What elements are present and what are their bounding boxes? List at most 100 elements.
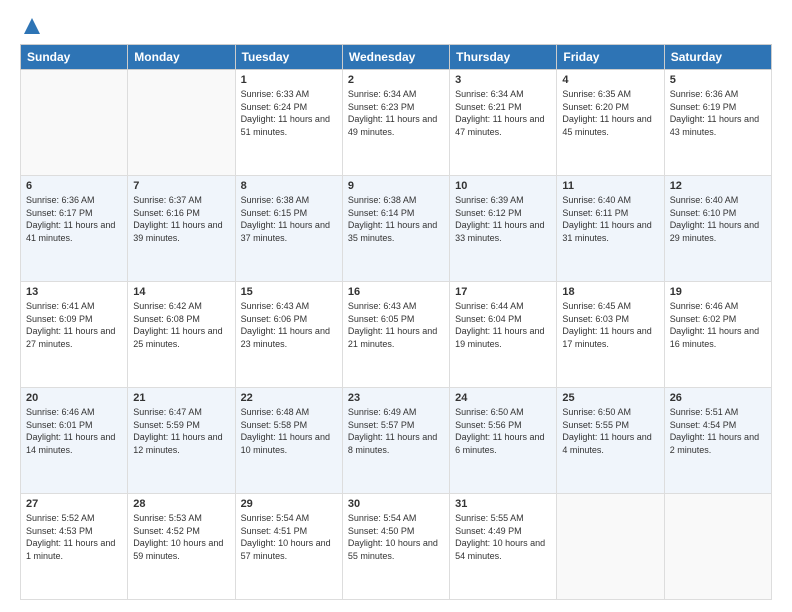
day-number: 20 [26,392,122,404]
table-row: 27 Sunrise: 5:52 AMSunset: 4:53 PMDayligh… [21,494,128,600]
day-number: 14 [133,286,229,298]
day-number: 15 [241,286,337,298]
day-info: Sunrise: 6:46 AMSunset: 6:02 PMDaylight:… [670,301,759,349]
table-row: 23 Sunrise: 6:49 AMSunset: 5:57 PMDayligh… [342,388,449,494]
day-info: Sunrise: 6:44 AMSunset: 6:04 PMDaylight:… [455,301,544,349]
day-info: Sunrise: 6:50 AMSunset: 5:55 PMDaylight:… [562,407,651,455]
day-number: 22 [241,392,337,404]
table-row: 8 Sunrise: 6:38 AMSunset: 6:15 PMDaylight… [235,176,342,282]
table-row: 21 Sunrise: 6:47 AMSunset: 5:59 PMDayligh… [128,388,235,494]
table-row: 28 Sunrise: 5:53 AMSunset: 4:52 PMDayligh… [128,494,235,600]
day-info: Sunrise: 5:53 AMSunset: 4:52 PMDaylight:… [133,513,223,561]
calendar-table: Sunday Monday Tuesday Wednesday Thursday… [20,44,772,600]
logo-icon [22,16,42,36]
day-number: 16 [348,286,444,298]
table-row [21,70,128,176]
table-row: 2 Sunrise: 6:34 AMSunset: 6:23 PMDaylight… [342,70,449,176]
day-number: 19 [670,286,766,298]
day-info: Sunrise: 6:45 AMSunset: 6:03 PMDaylight:… [562,301,651,349]
day-number: 30 [348,498,444,510]
day-number: 23 [348,392,444,404]
day-number: 21 [133,392,229,404]
weekday-header-row: Sunday Monday Tuesday Wednesday Thursday… [21,45,772,70]
day-number: 31 [455,498,551,510]
day-number: 25 [562,392,658,404]
table-row: 17 Sunrise: 6:44 AMSunset: 6:04 PMDayligh… [450,282,557,388]
day-number: 12 [670,180,766,192]
table-row: 3 Sunrise: 6:34 AMSunset: 6:21 PMDaylight… [450,70,557,176]
table-row: 13 Sunrise: 6:41 AMSunset: 6:09 PMDayligh… [21,282,128,388]
day-info: Sunrise: 5:54 AMSunset: 4:51 PMDaylight:… [241,513,331,561]
day-info: Sunrise: 6:38 AMSunset: 6:14 PMDaylight:… [348,195,437,243]
table-row: 30 Sunrise: 5:54 AMSunset: 4:50 PMDayligh… [342,494,449,600]
table-row: 4Sunrise: 6:35 AMSunset: 6:20 PMDaylight… [557,70,664,176]
table-row: 1 Sunrise: 6:33 AMSunset: 6:24 PMDaylight… [235,70,342,176]
day-info: Sunrise: 5:54 AMSunset: 4:50 PMDaylight:… [348,513,438,561]
table-row: 6 Sunrise: 6:36 AMSunset: 6:17 PMDaylight… [21,176,128,282]
day-info: Sunrise: 6:46 AMSunset: 6:01 PMDaylight:… [26,407,115,455]
logo [20,16,42,36]
day-info: Sunrise: 6:38 AMSunset: 6:15 PMDaylight:… [241,195,330,243]
table-row: 26 Sunrise: 5:51 AMSunset: 4:54 PMDayligh… [664,388,771,494]
header-wednesday: Wednesday [342,45,449,70]
table-row [557,494,664,600]
table-row [128,70,235,176]
day-info: Sunrise: 6:36 AMSunset: 6:19 PMDaylight:… [670,89,759,137]
day-number: 18 [562,286,658,298]
table-row: 29 Sunrise: 5:54 AMSunset: 4:51 PMDayligh… [235,494,342,600]
day-number: 8 [241,180,337,192]
day-number: 5 [670,74,766,86]
table-row: 18 Sunrise: 6:45 AMSunset: 6:03 PMDayligh… [557,282,664,388]
day-info: Sunrise: 6:34 AMSunset: 6:21 PMDaylight:… [455,89,544,137]
table-row: 25 Sunrise: 6:50 AMSunset: 5:55 PMDayligh… [557,388,664,494]
day-info: Sunrise: 6:42 AMSunset: 6:08 PMDaylight:… [133,301,222,349]
day-number: 6 [26,180,122,192]
header-monday: Monday [128,45,235,70]
day-info: Sunrise: 6:33 AMSunset: 6:24 PMDaylight:… [241,89,330,137]
table-row: 20 Sunrise: 6:46 AMSunset: 6:01 PMDayligh… [21,388,128,494]
day-info: Sunrise: 6:49 AMSunset: 5:57 PMDaylight:… [348,407,437,455]
table-row: 14 Sunrise: 6:42 AMSunset: 6:08 PMDayligh… [128,282,235,388]
header-saturday: Saturday [664,45,771,70]
table-row: 10Sunrise: 6:39 AMSunset: 6:12 PMDayligh… [450,176,557,282]
table-row: 9Sunrise: 6:38 AMSunset: 6:14 PMDaylight… [342,176,449,282]
day-info: Sunrise: 6:36 AMSunset: 6:17 PMDaylight:… [26,195,115,243]
day-number: 29 [241,498,337,510]
day-info: Sunrise: 6:41 AMSunset: 6:09 PMDaylight:… [26,301,115,349]
calendar-week-row: 27 Sunrise: 5:52 AMSunset: 4:53 PMDayligh… [21,494,772,600]
table-row: 15Sunrise: 6:43 AMSunset: 6:06 PMDayligh… [235,282,342,388]
day-info: Sunrise: 6:39 AMSunset: 6:12 PMDaylight:… [455,195,544,243]
header-sunday: Sunday [21,45,128,70]
day-info: Sunrise: 6:37 AMSunset: 6:16 PMDaylight:… [133,195,222,243]
day-number: 13 [26,286,122,298]
day-info: Sunrise: 6:43 AMSunset: 6:05 PMDaylight:… [348,301,437,349]
table-row: 16 Sunrise: 6:43 AMSunset: 6:05 PMDayligh… [342,282,449,388]
day-number: 27 [26,498,122,510]
day-info: Sunrise: 6:50 AMSunset: 5:56 PMDaylight:… [455,407,544,455]
table-row: 22Sunrise: 6:48 AMSunset: 5:58 PMDayligh… [235,388,342,494]
table-row: 12Sunrise: 6:40 AMSunset: 6:10 PMDayligh… [664,176,771,282]
day-number: 28 [133,498,229,510]
day-number: 17 [455,286,551,298]
day-info: Sunrise: 6:34 AMSunset: 6:23 PMDaylight:… [348,89,437,137]
table-row: 24 Sunrise: 6:50 AMSunset: 5:56 PMDayligh… [450,388,557,494]
day-info: Sunrise: 6:40 AMSunset: 6:11 PMDaylight:… [562,195,651,243]
day-number: 3 [455,74,551,86]
calendar-week-row: 20 Sunrise: 6:46 AMSunset: 6:01 PMDayligh… [21,388,772,494]
table-row: 11 Sunrise: 6:40 AMSunset: 6:11 PMDayligh… [557,176,664,282]
calendar-week-row: 1 Sunrise: 6:33 AMSunset: 6:24 PMDaylight… [21,70,772,176]
day-number: 24 [455,392,551,404]
day-info: Sunrise: 5:55 AMSunset: 4:49 PMDaylight:… [455,513,545,561]
day-number: 11 [562,180,658,192]
header-thursday: Thursday [450,45,557,70]
calendar-week-row: 13 Sunrise: 6:41 AMSunset: 6:09 PMDayligh… [21,282,772,388]
day-number: 1 [241,74,337,86]
day-number: 26 [670,392,766,404]
table-row: 5 Sunrise: 6:36 AMSunset: 6:19 PMDaylight… [664,70,771,176]
day-number: 2 [348,74,444,86]
day-info: Sunrise: 6:47 AMSunset: 5:59 PMDaylight:… [133,407,222,455]
day-info: Sunrise: 5:51 AMSunset: 4:54 PMDaylight:… [670,407,759,455]
table-row [664,494,771,600]
day-info: Sunrise: 5:52 AMSunset: 4:53 PMDaylight:… [26,513,115,561]
calendar-page: Sunday Monday Tuesday Wednesday Thursday… [0,0,792,612]
